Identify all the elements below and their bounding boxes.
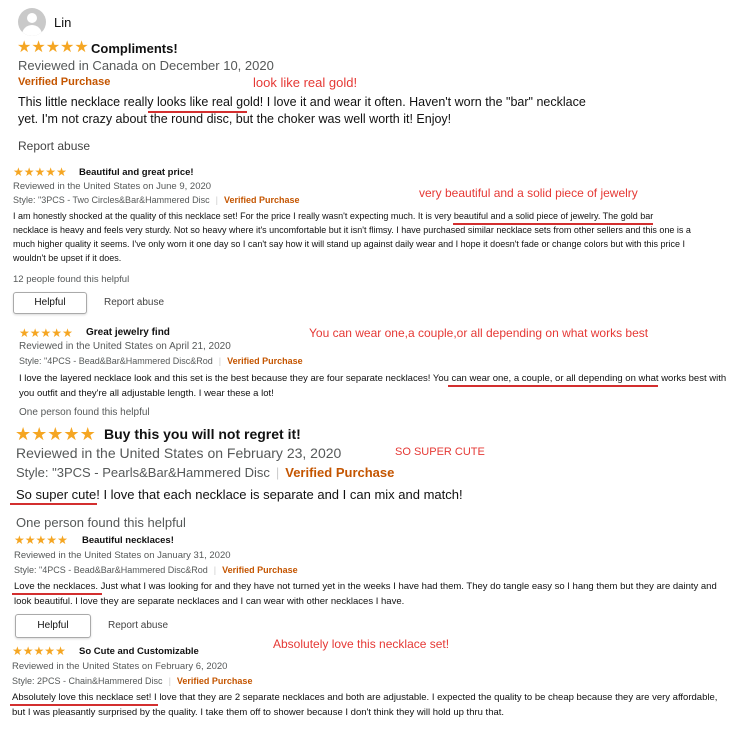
verified-purchase-badge: Verified Purchase: [223, 195, 300, 205]
annotation-underline: [448, 385, 658, 387]
review-date: Reviewed in the United States on Februar…: [16, 445, 342, 461]
review-date: Reviewed in Canada on December 10, 2020: [18, 58, 274, 73]
review-body-line: This little necklace really looks like r…: [18, 95, 586, 109]
star-rating-icon: ★ ★ ★ ★ ★: [17, 39, 89, 56]
review-style: Style: "4PCS - Bead&Bar&Hammered Disc&Ro…: [14, 565, 208, 575]
review-body-line: look beautiful. I love they are separate…: [14, 596, 405, 607]
review-body-line: much higher quality it seems. I've only …: [13, 239, 686, 249]
review-style: Style: "4PCS - Bead&Bar&Hammered Disc&Ro…: [19, 356, 213, 366]
verified-purchase-badge: Verified Purchase: [176, 676, 253, 686]
review-style-row: Style: "3PCS - Two Circles&Bar&Hammered …: [13, 195, 300, 205]
review-date: Reviewed in the United States on April 2…: [19, 341, 231, 352]
review-body-line: wouldn't be upset if it does.: [13, 253, 122, 263]
helpful-button[interactable]: Helpful: [13, 292, 87, 314]
helpful-button[interactable]: Helpful: [15, 614, 91, 638]
helpful-count: 12 people found this helpful: [13, 274, 130, 285]
review-style: Style: "3PCS - Two Circles&Bar&Hammered …: [13, 195, 210, 205]
review-title: Compliments!: [91, 41, 178, 56]
star-rating-icon: ★ ★ ★ ★ ★: [13, 165, 67, 179]
annotation-underline: [453, 223, 653, 225]
review-date: Reviewed in the United States on Februar…: [12, 661, 228, 672]
report-abuse-link[interactable]: Report abuse: [18, 139, 90, 153]
annotation-text: SO SUPER CUTE: [395, 446, 485, 458]
annotation-text: very beautiful and a solid piece of jewe…: [419, 186, 638, 200]
annotation-underline: [10, 503, 97, 505]
annotation-underline: [148, 111, 247, 113]
avatar: [18, 8, 46, 36]
verified-purchase-badge: Verified Purchase: [285, 465, 395, 480]
review-body-line: I love the layered necklace look and thi…: [19, 373, 727, 384]
annotation-underline: [10, 704, 158, 706]
review-title: Beautiful and great price!: [79, 167, 194, 178]
review-body-line: necklace is heavy and feels very sturdy.…: [13, 225, 691, 235]
report-abuse-link[interactable]: Report abuse: [108, 620, 168, 631]
star-rating-icon: ★ ★ ★ ★ ★: [15, 424, 96, 444]
reviewer-name: Lin: [54, 15, 72, 30]
helpful-count: One person found this helpful: [16, 515, 186, 530]
annotation-text: You can wear one,a couple,or all dependi…: [309, 326, 649, 340]
review-style-row: Style: "3PCS - Pearls&Bar&Hammered Disc |…: [16, 465, 395, 480]
review-body-line: but I was pleasantly surprised by the qu…: [12, 707, 505, 718]
review-body-line: I am honestly shocked at the quality of …: [13, 211, 654, 221]
review-body-line: So super cute! I love that each necklace…: [16, 487, 463, 502]
star-rating-icon: ★ ★ ★ ★ ★: [19, 326, 73, 340]
review-title: Great jewelry find: [86, 327, 170, 338]
review-style: Style: "3PCS - Pearls&Bar&Hammered Disc: [16, 465, 270, 480]
review-title: So Cute and Customizable: [79, 646, 199, 657]
annotation-text: look like real gold!: [253, 75, 358, 90]
verified-purchase-badge: Verified Purchase: [18, 76, 111, 88]
review-style-row: Style: "4PCS - Bead&Bar&Hammered Disc&Ro…: [19, 356, 303, 366]
verified-purchase-badge: Verified Purchase: [222, 565, 298, 575]
review-title: Beautiful necklaces!: [82, 535, 174, 546]
review-body-line: Absolutely love this necklace set! I lov…: [12, 692, 718, 703]
review-style-row: Style: 2PCS - Chain&Hammered Disc | Verifi…: [12, 676, 253, 686]
review-date: Reviewed in the United States on January…: [14, 550, 231, 561]
review-body-line: you outfit and they're all adjustable le…: [19, 388, 274, 399]
helpful-count: One person found this helpful: [19, 407, 150, 418]
review-date: Reviewed in the United States on June 9,…: [13, 181, 212, 192]
annotation-underline: [12, 593, 102, 595]
star-rating-icon: ★ ★ ★ ★ ★: [14, 533, 68, 547]
star-rating-icon: ★ ★ ★ ★ ★: [12, 644, 66, 658]
review-style-row: Style: "4PCS - Bead&Bar&Hammered Disc&Ro…: [14, 565, 298, 575]
review-title: Buy this you will not regret it!: [104, 426, 301, 442]
verified-purchase-badge: Verified Purchase: [227, 356, 303, 366]
report-abuse-link[interactable]: Report abuse: [104, 297, 164, 308]
annotation-text: Absolutely love this necklace set!: [273, 637, 450, 651]
review-body-line: Love the necklaces. Just what I was look…: [14, 581, 717, 592]
review-style: Style: 2PCS - Chain&Hammered Disc: [12, 676, 163, 686]
review-body-line: yet. I'm not crazy about the round disc,…: [18, 112, 452, 126]
